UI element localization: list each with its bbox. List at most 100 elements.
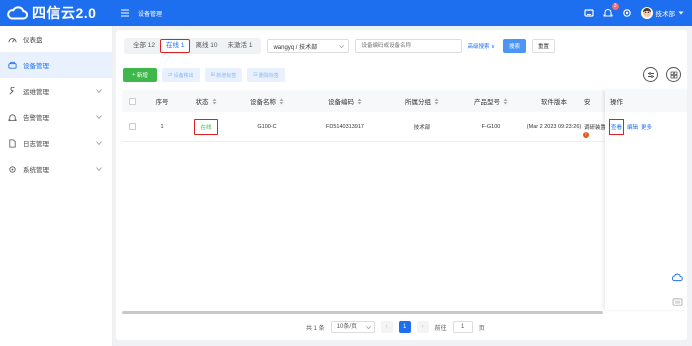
move-out-button[interactable]: ⇄ 设备移出 bbox=[162, 68, 200, 82]
table-header: 序号 状态 设备名称 设备编码 所属分组 产品型号 软件版本 安 bbox=[122, 90, 614, 112]
cloud-logo-icon bbox=[7, 6, 28, 20]
goto-label: 前往 bbox=[434, 325, 447, 332]
delete-tag-button[interactable]: ⊟ 删除标签 bbox=[247, 68, 285, 82]
filter-bar: 全部 12 在线 1 离线 10 未激活 1 wangyq / 技术部 高级搜索… bbox=[124, 38, 556, 54]
prev-page-button[interactable]: ‹ bbox=[380, 321, 393, 333]
advanced-search-link[interactable]: 高级搜索 ∨ bbox=[467, 42, 495, 50]
sidebar-item-label: 设备管理 bbox=[23, 63, 49, 70]
caret-down-icon bbox=[678, 11, 684, 15]
dashboard-icon bbox=[8, 37, 17, 42]
page-suffix: 页 bbox=[478, 325, 485, 332]
chevron-down-icon bbox=[96, 141, 102, 146]
sidebar-item-logs[interactable]: 日志管理 bbox=[0, 130, 112, 156]
cloud-float-icon[interactable] bbox=[671, 271, 683, 283]
sort-icon bbox=[434, 98, 439, 104]
row-checkbox[interactable] bbox=[122, 123, 142, 130]
user-menu[interactable]: 技术部 bbox=[640, 7, 685, 19]
tab-all[interactable]: 全部 12 bbox=[128, 38, 160, 54]
table-toolbar: + 新增 ⇄ 设备移出 ⊞ 新增标签 ⊟ 删除标签 bbox=[123, 68, 285, 82]
add-device-button[interactable]: + 新增 bbox=[123, 68, 157, 82]
device-icon bbox=[8, 61, 17, 69]
column-header-name[interactable]: 设备名称 bbox=[230, 96, 304, 106]
log-icon bbox=[9, 138, 16, 148]
sidebar-item-label: 告警管理 bbox=[23, 115, 49, 122]
user-name: 技术部 bbox=[655, 11, 676, 18]
table-row[interactable]: 1 在线 G100-C FD5140313917 技术部 F-G100 (Mar… bbox=[122, 112, 614, 142]
software-version: (Mar 2 2023 09:23:26) ! bbox=[524, 123, 589, 138]
message-float-icon[interactable] bbox=[671, 296, 683, 308]
sort-icon bbox=[279, 98, 284, 104]
top-header: 四信云2.0 设备管理 3 技术部 bbox=[0, 0, 692, 26]
bell-icon bbox=[603, 9, 612, 17]
sort-icon bbox=[357, 98, 362, 104]
total-count: 共 1 条 bbox=[306, 325, 325, 332]
sort-icon bbox=[503, 98, 508, 104]
reset-button[interactable]: 重置 bbox=[532, 39, 556, 53]
chevron-down-icon bbox=[96, 89, 102, 94]
select-all-checkbox[interactable] bbox=[122, 97, 142, 105]
group-select[interactable]: wangyq / 技术部 bbox=[267, 39, 350, 53]
view-link[interactable]: 查看 bbox=[609, 119, 625, 135]
sidebar-item-label: 仪表盘 bbox=[23, 37, 43, 44]
group-select-value: wangyq / 技术部 bbox=[273, 44, 318, 51]
search-input[interactable] bbox=[355, 39, 463, 53]
sidebar-item-label: 系统管理 bbox=[23, 167, 49, 174]
page-size-select[interactable]: 10条/页 bbox=[330, 321, 375, 333]
add-tag-button[interactable]: ⊞ 新增标签 bbox=[204, 68, 243, 82]
column-header-status[interactable]: 状态 bbox=[182, 96, 230, 106]
status-tabs: 全部 12 在线 1 离线 10 未激活 1 bbox=[124, 38, 262, 54]
column-header-group[interactable]: 所属分组 bbox=[386, 96, 458, 106]
goto-page-input[interactable]: 1 bbox=[452, 321, 473, 333]
sidebar: 仪表盘 设备管理 运维管理 告警管理 日志管理 系统管理 bbox=[0, 26, 113, 346]
sidebar-item-ops[interactable]: 运维管理 bbox=[0, 78, 112, 104]
status-badge: 在线 bbox=[194, 118, 218, 135]
chevron-down-icon bbox=[96, 115, 102, 120]
device-table: 序号 状态 设备名称 设备编码 所属分组 产品型号 软件版本 安 1 在线 G1… bbox=[122, 90, 614, 142]
device-model: F-G100 bbox=[481, 123, 501, 130]
avatar-face-icon bbox=[642, 8, 651, 18]
column-header-software: 软件版本 bbox=[541, 99, 567, 106]
gear-icon[interactable] bbox=[622, 8, 632, 18]
more-link[interactable]: 更多 bbox=[641, 123, 652, 131]
logo[interactable]: 四信云2.0 bbox=[6, 3, 96, 23]
filter-settings-icon[interactable] bbox=[643, 67, 658, 82]
horizontal-scrollbar[interactable] bbox=[122, 311, 603, 314]
avatar bbox=[640, 7, 653, 19]
sidebar-item-devices[interactable]: 设备管理 bbox=[0, 52, 112, 78]
device-name: G100-C bbox=[257, 123, 277, 130]
chevron-down-icon bbox=[96, 167, 102, 172]
main-card: 全部 12 在线 1 离线 10 未激活 1 wangyq / 技术部 高级搜索… bbox=[116, 30, 687, 340]
notification-bell[interactable]: 3 bbox=[603, 3, 619, 18]
sidebar-item-label: 日志管理 bbox=[23, 141, 49, 148]
column-header-model[interactable]: 产品型号 bbox=[458, 96, 524, 106]
row-no: 1 bbox=[160, 123, 164, 130]
tab-inactive[interactable]: 未激活 1 bbox=[223, 38, 258, 54]
sidebar-item-alarms[interactable]: 告警管理 bbox=[0, 104, 112, 130]
grid-view-icon[interactable] bbox=[666, 67, 681, 82]
sidebar-item-dashboard[interactable]: 仪表盘 bbox=[0, 26, 112, 52]
edit-link[interactable]: 编辑 bbox=[627, 123, 638, 131]
tab-online[interactable]: 在线 1 bbox=[160, 39, 191, 53]
ops-icon bbox=[9, 86, 15, 95]
sort-icon bbox=[212, 98, 216, 104]
column-header-code[interactable]: 设备编码 bbox=[304, 96, 386, 106]
system-gear-icon bbox=[9, 165, 16, 173]
notification-badge: 3 bbox=[611, 3, 619, 10]
alarm-icon bbox=[8, 113, 17, 121]
sidebar-item-system[interactable]: 系统管理 bbox=[0, 156, 112, 182]
sidebar-item-label: 运维管理 bbox=[23, 89, 49, 96]
chevron-down-icon bbox=[365, 326, 371, 330]
search-button[interactable]: 搜索 bbox=[503, 39, 527, 53]
warning-icon: ! bbox=[583, 131, 589, 138]
next-page-button[interactable]: › bbox=[416, 321, 429, 333]
chevron-down-icon bbox=[339, 45, 345, 49]
tab-offline[interactable]: 离线 10 bbox=[190, 38, 222, 54]
row-actions: 查看 编辑 更多 bbox=[605, 112, 687, 142]
header-title: 设备管理 bbox=[138, 12, 163, 18]
menu-toggle-icon[interactable] bbox=[121, 9, 129, 17]
column-header-ops: 操作 bbox=[605, 90, 687, 112]
device-group: 技术部 bbox=[413, 124, 431, 131]
device-code: FD5140313917 bbox=[326, 123, 364, 130]
current-page[interactable]: 1 bbox=[398, 321, 411, 333]
screen-icon[interactable] bbox=[583, 8, 594, 18]
